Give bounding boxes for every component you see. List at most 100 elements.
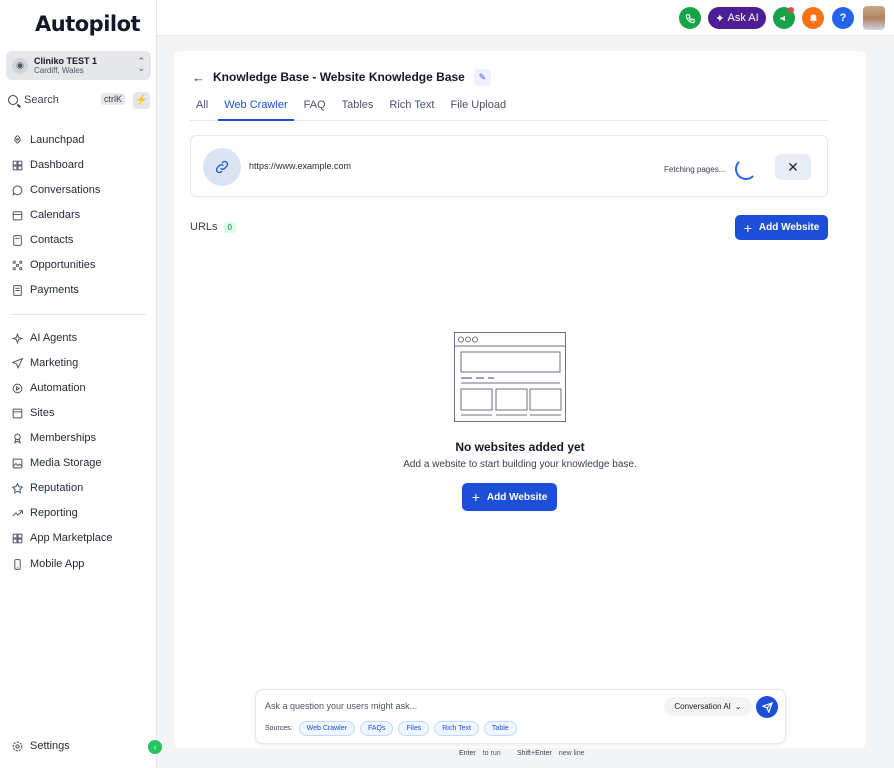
mode-label: Conversation AI [674,702,731,711]
ask-ai-button[interactable]: ✦ Ask AI [708,7,766,29]
run-key: Enter [456,749,479,758]
sidebar-item-opportunities[interactable]: Opportunities [10,255,95,275]
sidebar-item-label: Reporting [30,507,78,519]
source-chip-web-crawler[interactable]: Web Crawler [298,721,355,736]
badge-icon [10,431,24,445]
add-website-button[interactable]: + Add Website [735,215,828,240]
run-text: to run [482,750,501,757]
opportunities-icon [10,258,24,272]
sidebar-item-label: Dashboard [30,159,84,171]
tab-bar: All Web Crawler FAQ Tables Rich Text Fil… [190,99,828,121]
search-shortcut: ctrlK [101,93,125,105]
plus-icon: + [743,219,752,236]
sidebar-item-label: Automation [30,382,86,394]
announcement-icon[interactable] [773,7,795,29]
sidebar-item-label: Memberships [30,432,97,444]
tab-file-upload[interactable]: File Upload [444,99,512,121]
source-chip-rich-text[interactable]: Rich Text [434,721,479,736]
search-button[interactable]: Search ctrlK [8,92,125,108]
notification-dot [788,7,794,13]
chat-icon [10,183,24,197]
urls-count-badge: 0 [223,221,236,233]
sources-label: Sources: [265,725,293,732]
send-icon [761,701,773,713]
collapse-sidebar-icon[interactable]: ‹ [148,740,162,754]
sidebar-item-payments[interactable]: Payments [10,280,79,300]
sidebar-item-app-marketplace[interactable]: App Marketplace [10,528,113,548]
calendar-icon [10,208,24,222]
source-chip-table[interactable]: Table [483,721,517,736]
rocket-icon [10,133,24,147]
automation-icon [10,381,24,395]
page-title: Knowledge Base - Website Knowledge Base [213,70,465,84]
bell-icon[interactable] [802,7,824,29]
sidebar-item-label: Contacts [30,234,74,246]
sidebar-item-reporting[interactable]: Reporting [10,503,78,523]
sidebar-item-settings[interactable]: Settings [10,736,70,756]
sources-row: Sources: Web Crawler FAQs Files Rich Tex… [265,721,517,736]
chevron-down-icon: ⌄ [734,702,742,711]
empty-website-illustration [454,332,566,422]
tab-rich-text[interactable]: Rich Text [383,99,440,121]
add-website-label: Add Website [758,222,820,233]
sidebar-item-dashboard[interactable]: Dashboard [10,155,84,175]
search-icon [8,95,18,105]
sidebar-item-label: App Marketplace [30,532,113,544]
sidebar-item-label: Conversations [30,184,101,196]
tab-web-crawler[interactable]: Web Crawler [218,99,294,121]
help-icon[interactable]: ? [832,7,854,29]
account-location: Cardiff, Wales [34,65,84,75]
send-icon [10,356,24,370]
logo-text: Autopilot [35,12,141,36]
edit-pencil-icon[interactable]: ✎ [473,68,491,86]
sidebar-item-marketing[interactable]: Marketing [10,353,78,373]
quick-actions-bolt-icon[interactable]: ⚡ [133,92,150,109]
empty-state-title: No websites added yet [455,440,585,454]
urls-header: URLs 0 [190,221,236,233]
cancel-crawl-button[interactable]: ✕ [775,154,811,180]
tab-tables[interactable]: Tables [336,99,380,121]
avatar[interactable] [863,6,885,30]
ask-question-input[interactable]: Ask a question your users might ask... [265,701,417,711]
sidebar-item-launchpad[interactable]: Launchpad [10,130,84,150]
knowledge-base-card: ← Knowledge Base - Website Knowledge Bas… [174,51,866,748]
contacts-icon [10,233,24,247]
ask-question-box: Ask a question your users might ask... C… [255,689,786,744]
sidebar-item-memberships[interactable]: Memberships [10,428,96,448]
sidebar: Autopilot ◉ Cliniko TEST 1 Cardiff, Wale… [0,0,162,768]
account-switcher[interactable]: ◉ Cliniko TEST 1 Cardiff, Wales ⌃ ⌄ [6,51,151,80]
tab-faq[interactable]: FAQ [298,99,332,121]
location-icon: ◉ [12,57,28,74]
sidebar-item-contacts[interactable]: Contacts [10,230,73,250]
send-button[interactable] [756,696,778,718]
tab-all[interactable]: All [190,99,214,121]
sidebar-item-ai-agents[interactable]: AI Agents [10,328,77,348]
sidebar-item-mobile-app[interactable]: Mobile App [10,554,84,574]
link-icon [203,148,241,186]
sidebar-item-media-storage[interactable]: Media Storage [10,453,102,473]
close-icon: ✕ [787,158,799,175]
account-name: Cliniko TEST 1 [34,55,98,66]
star-icon [10,481,24,495]
empty-add-website-button[interactable]: + Add Website [462,483,557,511]
logo[interactable]: Autopilot [35,10,141,38]
back-arrow-icon[interactable]: ← [192,70,205,85]
sidebar-item-sites[interactable]: Sites [10,403,54,423]
plus-icon: + [471,489,480,505]
phone-icon[interactable] [679,7,701,29]
sites-icon [10,406,24,420]
mode-select[interactable]: Conversation AI ⌄ [664,697,752,716]
add-website-label: Add Website [486,491,548,503]
sidebar-item-label: Mobile App [30,558,85,570]
sidebar-item-label: Launchpad [30,134,85,146]
sidebar-item-calendars[interactable]: Calendars [10,205,80,225]
crawl-url: https://www.example.com [249,161,352,171]
image-icon [10,456,24,470]
sidebar-item-reputation[interactable]: Reputation [10,478,83,498]
sidebar-item-conversations[interactable]: Conversations [10,180,100,200]
source-chip-faqs[interactable]: FAQs [359,721,394,736]
source-chip-files[interactable]: Files [398,721,430,736]
sidebar-item-automation[interactable]: Automation [10,378,86,398]
sidebar-item-label: Marketing [30,357,79,369]
gear-icon [10,739,24,753]
